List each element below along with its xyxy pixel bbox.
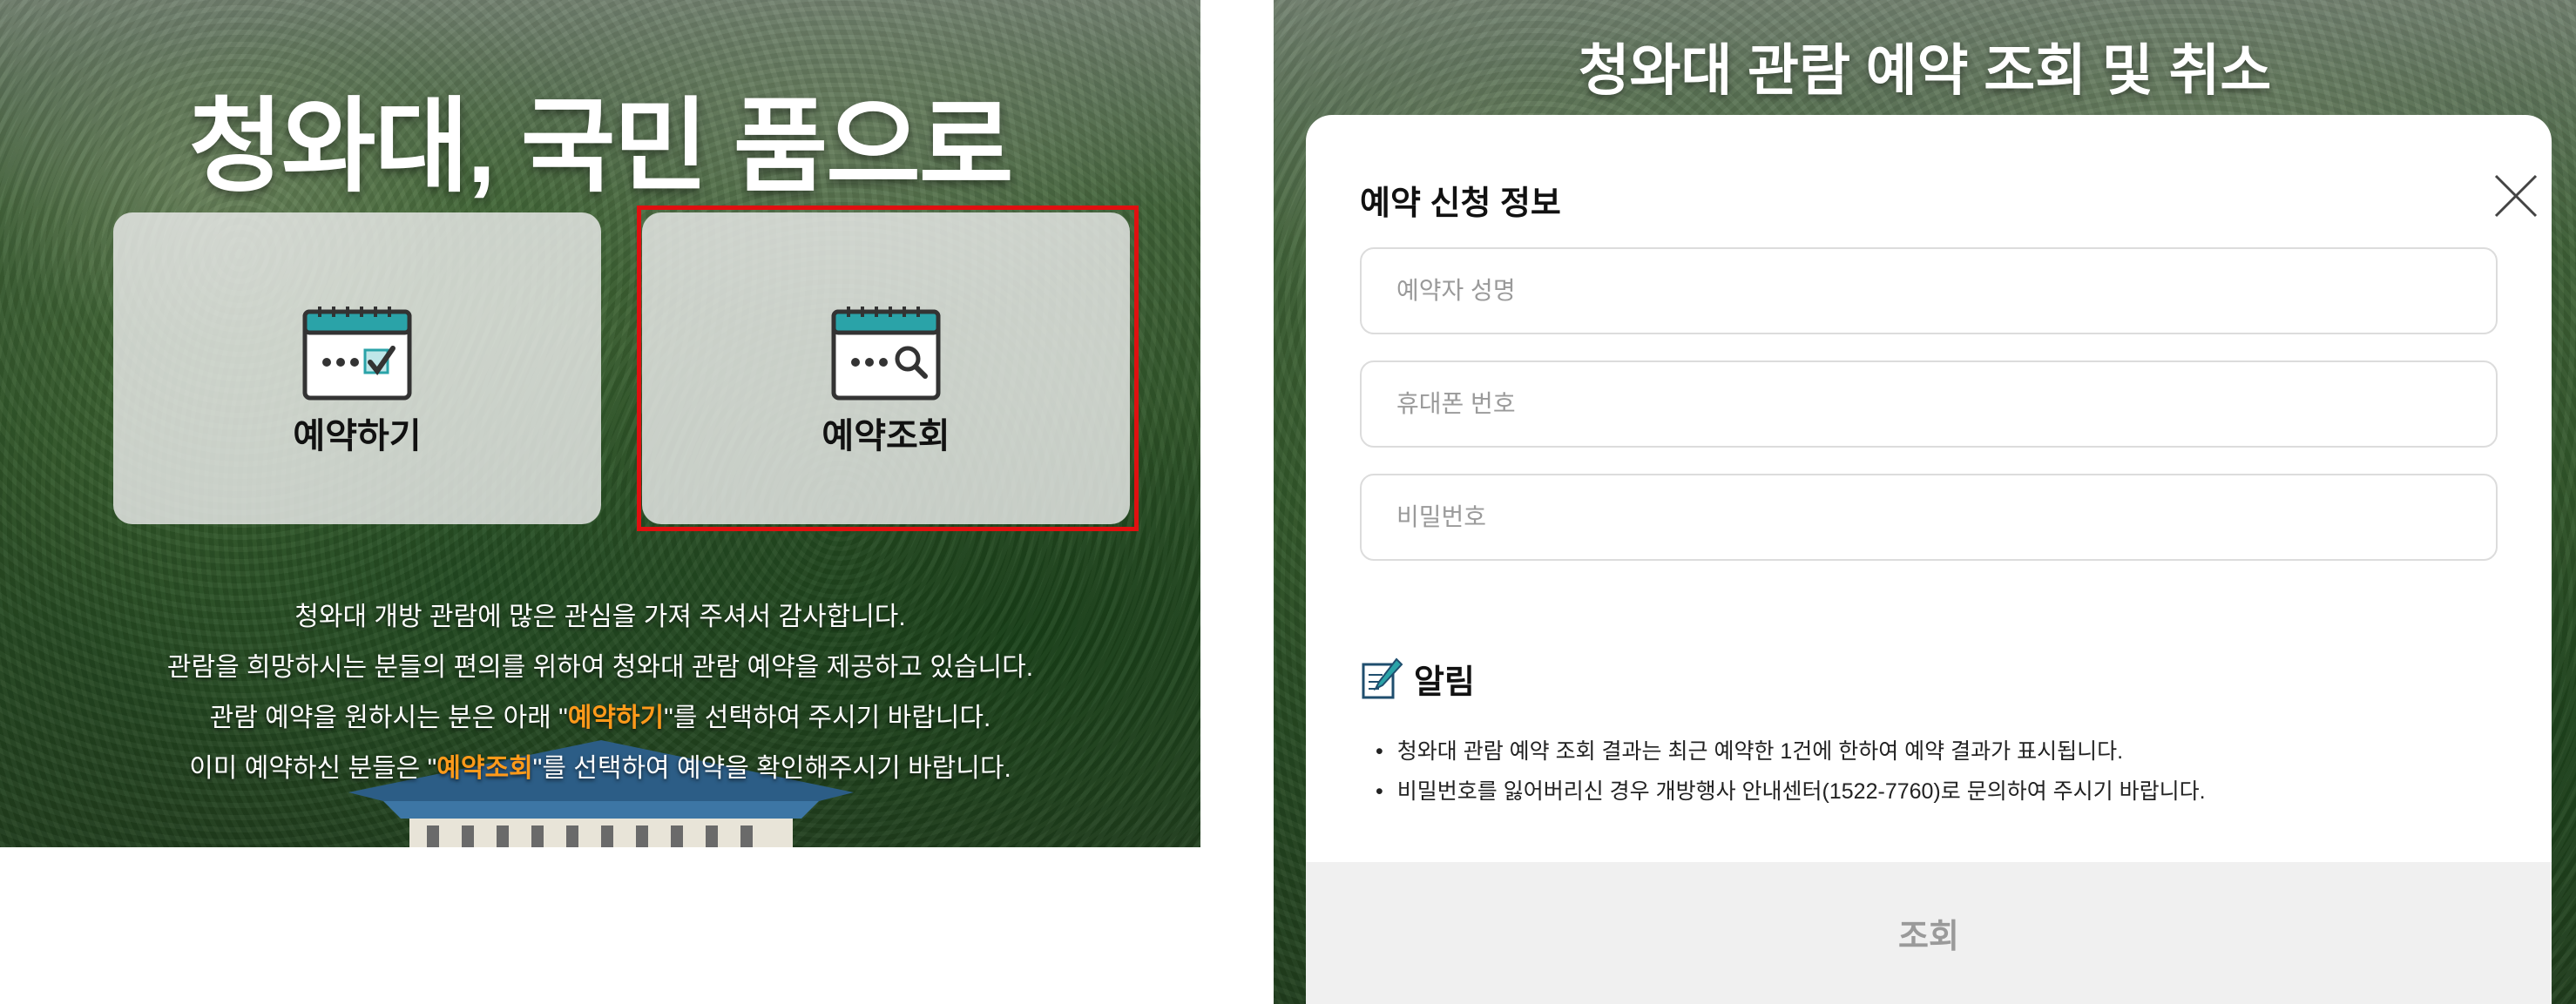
close-icon[interactable] (2491, 171, 2541, 221)
inquiry-label: 예약조회 (821, 417, 950, 455)
inquiry-panel: 청와대 관람 예약 조회 및 취소 예약 신청 정보 알림 청와대 관람 예약 … (1274, 0, 2576, 1004)
notice-line-3: 관람 예약을 원하시는 분은 아래 "예약하기"를 선택하여 주시기 바랍니다. (0, 693, 1200, 744)
landing-notice: 청와대 개방 관람에 많은 관심을 가져 주셔서 감사합니다. 관람을 희망하시… (0, 592, 1200, 794)
alert-heading: 알림 (1360, 655, 1475, 703)
phone-number-input[interactable] (1360, 360, 2498, 448)
notice-line-3-pre: 관람 예약을 원하시는 분은 아래 " (209, 704, 568, 732)
landing-panel: 청와대, 국민 품으로 예약하기 예약조회 청와대 개방 관람에 많은 관심을 … (0, 0, 1200, 847)
calendar-search-icon (831, 307, 941, 401)
modal-heading: 예약 신청 정보 (1360, 185, 1561, 222)
notice-line-1: 청와대 개방 관람에 많은 관심을 가져 주셔서 감사합니다. (294, 603, 906, 631)
reserver-name-input[interactable] (1360, 247, 2498, 334)
alert-title: 알림 (1414, 664, 1475, 701)
notice-line-3-post: "를 선택하여 주시기 바랍니다. (664, 704, 991, 732)
inquiry-submit-button[interactable]: 조회 (1306, 862, 2552, 1004)
inquiry-page-title: 청와대 관람 예약 조회 및 취소 (1578, 39, 2272, 102)
inquiry-modal: 예약 신청 정보 알림 청와대 관람 예약 조회 결과는 최근 예약한 1건에 … (1306, 115, 2552, 1004)
notice-line-4-post: "를 선택하여 예약을 확인해주시기 바랍니다. (532, 754, 1011, 783)
reserve-card[interactable]: 예약하기 (113, 212, 601, 524)
notice-reserve-highlight: 예약하기 (567, 704, 665, 732)
calendar-check-icon (302, 307, 412, 401)
reserve-label: 예약하기 (293, 417, 422, 455)
notice-line-4-pre: 이미 예약하신 분들은 " (189, 754, 437, 783)
notice-line-2: 관람을 희망하시는 분들의 편의를 위하여 청와대 관람 예약을 제공하고 있습… (166, 653, 1034, 682)
alert-item: 청와대 관람 예약 조회 결과는 최근 예약한 1건에 한하여 예약 결과가 표… (1376, 731, 2206, 772)
hero-title: 청와대, 국민 품으로 (188, 90, 1014, 205)
inquiry-card[interactable]: 예약조회 (642, 212, 1130, 524)
notice-inquiry-highlight: 예약조회 (436, 754, 533, 783)
submit-label: 조회 (1898, 919, 1959, 955)
password-input[interactable] (1360, 474, 2498, 561)
alert-item: 비밀번호를 잃어버리신 경우 개방행사 안내센터(1522-7760)로 문의하… (1376, 772, 2206, 812)
alert-list: 청와대 관람 예약 조회 결과는 최근 예약한 1건에 한하여 예약 결과가 표… (1376, 731, 2206, 812)
memo-pencil-icon (1362, 657, 1403, 698)
notice-line-4: 이미 예약하신 분들은 "예약조회"를 선택하여 예약을 확인해주시기 바랍니다… (0, 744, 1200, 794)
